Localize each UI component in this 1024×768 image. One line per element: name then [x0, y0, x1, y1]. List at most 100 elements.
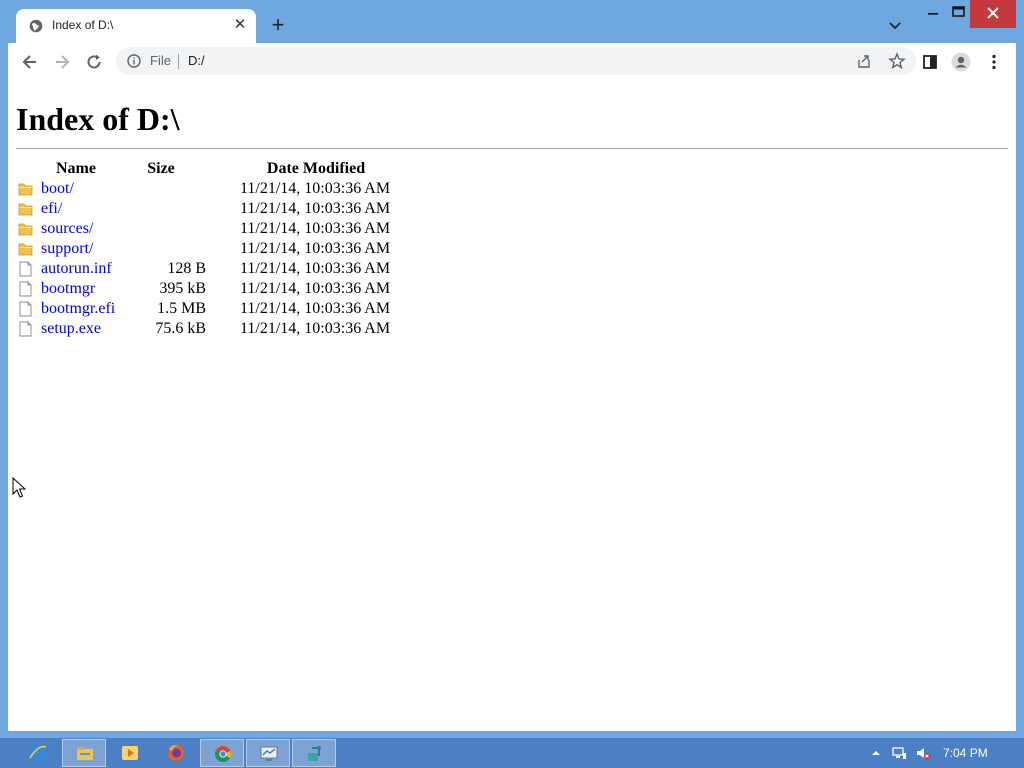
entry-size-cell: 1.5 MB: [157, 300, 206, 317]
taskbar-internet-explorer[interactable]: [16, 739, 60, 767]
internet-explorer-icon: [29, 745, 47, 761]
profile-avatar-icon[interactable]: [951, 52, 971, 72]
entry-name-cell: autorun.inf: [16, 259, 116, 279]
taskbar-firefox[interactable]: [154, 739, 198, 767]
entry-date-cell: 11/21/14, 10:03:36 AM: [240, 240, 391, 257]
entry-name-cell: sources/: [16, 219, 116, 239]
forward-arrow-icon[interactable]: [52, 52, 72, 72]
media-player-icon: [122, 746, 138, 760]
table-row: support/11/21/14, 10:03:36 AM: [16, 239, 406, 259]
entry-name-cell: setup.exe: [16, 319, 116, 339]
entry-size-cell: 75.6 kB: [155, 320, 206, 337]
entry-link[interactable]: setup.exe: [41, 320, 101, 337]
chrome-icon: [214, 746, 232, 762]
entry-date-cell: 11/21/14, 10:03:36 AM: [240, 320, 391, 337]
entry-link[interactable]: support/: [41, 240, 93, 257]
entry-link[interactable]: efi/: [41, 200, 62, 217]
network-monitor-icon: [260, 746, 278, 761]
share-icon[interactable]: [856, 53, 872, 69]
title-bar: Index of D:\ ✕ +: [0, 0, 1024, 44]
omnibox-divider: [178, 54, 179, 69]
table-row: sources/11/21/14, 10:03:36 AM: [16, 219, 406, 239]
side-panel-icon[interactable]: [920, 52, 940, 72]
directory-listing-table: Name Size Date Modified boot/11/21/14, 1…: [16, 159, 406, 339]
entry-date-cell: 11/21/14, 10:03:36 AM: [240, 220, 391, 237]
entry-size-cell: 395 kB: [159, 280, 206, 297]
mouse-cursor-icon: [12, 477, 26, 498]
volume-muted-icon[interactable]: [915, 745, 931, 761]
entry-date-cell: 11/21/14, 10:03:36 AM: [240, 180, 391, 197]
table-row: autorun.inf 128 B 11/21/14, 10:03:36 AM: [16, 259, 406, 279]
taskbar-file-explorer[interactable]: [62, 739, 106, 767]
folder-icon: [18, 223, 33, 236]
table-header-row: Name Size Date Modified: [16, 159, 406, 179]
taskbar-network-monitor[interactable]: [246, 739, 290, 767]
entry-size-cell: [116, 199, 206, 219]
entry-link[interactable]: sources/: [41, 220, 93, 237]
file-explorer-icon: [77, 747, 93, 760]
entry-size-cell: [116, 239, 206, 259]
entry-name-cell: boot/: [16, 179, 116, 199]
entry-name-cell: bootmgr: [16, 279, 116, 299]
browser-toolbar: File D:/: [8, 43, 1016, 81]
size-column-header[interactable]: Size: [116, 159, 206, 179]
entry-date-cell: 11/21/14, 10:03:36 AM: [240, 260, 391, 277]
taskbar-remote-app[interactable]: [292, 739, 336, 767]
url-text[interactable]: D:/: [188, 53, 205, 68]
table-row: bootmgr.efi 1.5 MB 11/21/14, 10:03:36 AM: [16, 299, 406, 319]
date-column-header[interactable]: Date Modified: [206, 159, 406, 179]
name-column-header[interactable]: Name: [16, 159, 116, 179]
page-content: Index of D:\ Name Size Date Modified boo…: [8, 81, 1016, 731]
entry-date-cell: 11/21/14, 10:03:36 AM: [240, 200, 391, 217]
entry-name-cell: support/: [16, 239, 116, 259]
entry-link[interactable]: autorun.inf: [41, 260, 112, 277]
folder-icon: [18, 183, 33, 196]
file-icon: [19, 261, 32, 277]
entry-date-cell: 11/21/14, 10:03:36 AM: [240, 300, 391, 317]
table-row: efi/11/21/14, 10:03:36 AM: [16, 199, 406, 219]
taskbar-clock[interactable]: 7:04 PM: [943, 746, 988, 760]
file-icon: [19, 281, 32, 297]
entry-name-cell: efi/: [16, 199, 116, 219]
entry-date-cell: 11/21/14, 10:03:36 AM: [240, 280, 391, 297]
divider: [16, 148, 1008, 149]
browser-tab[interactable]: Index of D:\ ✕: [16, 9, 256, 44]
entry-link[interactable]: boot/: [41, 180, 74, 197]
tab-title: Index of D:\: [52, 18, 114, 32]
firefox-icon: [168, 744, 184, 761]
table-row: boot/11/21/14, 10:03:36 AM: [16, 179, 406, 199]
taskbar-media-player[interactable]: [108, 739, 152, 767]
file-icon: [19, 321, 32, 337]
tab-search-icon[interactable]: [886, 16, 904, 34]
entry-link[interactable]: bootmgr: [41, 280, 95, 297]
folder-icon: [18, 203, 33, 216]
entry-name-cell: bootmgr.efi: [16, 299, 116, 319]
browser-window: Index of D:\ ✕ + File D:/ Index of D:\ N…: [0, 0, 1024, 738]
page-title: Index of D:\: [16, 101, 180, 137]
info-icon[interactable]: [127, 54, 141, 68]
show-hidden-icons-icon[interactable]: [868, 745, 884, 761]
remote-app-icon: [308, 746, 321, 761]
entry-size-cell: [116, 179, 206, 199]
close-tab-icon[interactable]: ✕: [232, 17, 248, 33]
taskbar-chrome[interactable]: [200, 739, 244, 767]
new-tab-button[interactable]: +: [268, 14, 288, 36]
table-row: setup.exe 75.6 kB 11/21/14, 10:03:36 AM: [16, 319, 406, 339]
globe-icon: [29, 19, 43, 33]
network-tray-icon[interactable]: [891, 745, 907, 761]
file-icon: [19, 301, 32, 317]
entry-size-cell: 128 B: [167, 260, 206, 277]
reload-icon[interactable]: [84, 52, 104, 72]
back-arrow-icon[interactable]: [20, 52, 40, 72]
entry-size-cell: [116, 219, 206, 239]
bookmark-star-icon[interactable]: [888, 52, 906, 70]
listing-body: boot/11/21/14, 10:03:36 AM efi/11/21/14, …: [16, 179, 406, 339]
folder-icon: [18, 243, 33, 256]
address-bar[interactable]: File D:/: [116, 47, 916, 75]
close-window-icon[interactable]: [970, 0, 1016, 28]
more-menu-icon[interactable]: [984, 52, 1004, 72]
scheme-label: File: [150, 53, 171, 68]
entry-link[interactable]: bootmgr.efi: [41, 300, 115, 317]
table-row: bootmgr 395 kB 11/21/14, 10:03:36 AM: [16, 279, 406, 299]
taskbar: 7:04 PM: [0, 738, 1024, 768]
